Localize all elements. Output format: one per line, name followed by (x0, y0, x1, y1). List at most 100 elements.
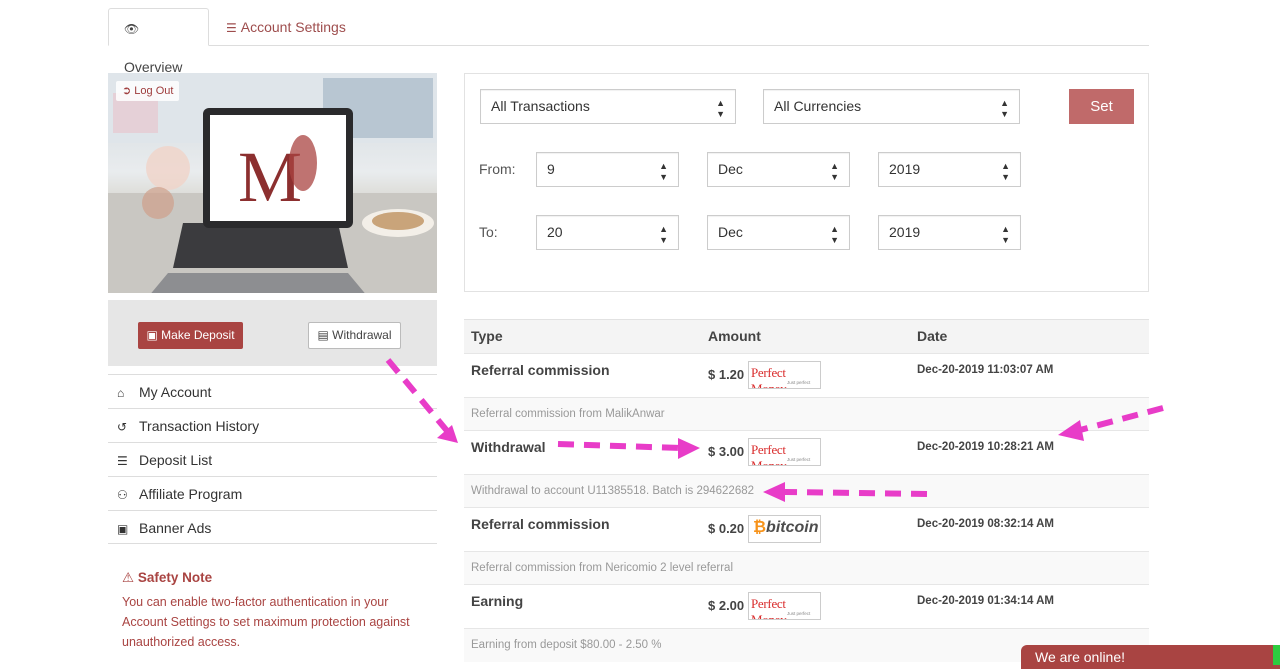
currency-select[interactable]: All Currencies ▲ ▼ (763, 89, 1020, 124)
transaction-amount: $ 1.20 (708, 367, 745, 382)
to-day-select[interactable]: 20 ▲ ▼ (536, 215, 679, 250)
safety-note-title: ⚠ Safety Note (122, 570, 422, 586)
withdrawal-button[interactable]: ▤ Withdrawal (308, 322, 401, 349)
transaction-date: Dec-20-2019 11:03:07 AM (917, 364, 1054, 376)
action-bar: ▣ Make Deposit ▤ Withdrawal (108, 300, 437, 366)
credit-card-icon: ▤ (317, 328, 329, 342)
select-arrows-icon: ▲ ▼ (830, 224, 839, 245)
from-label: From: (479, 161, 516, 177)
sidebar-item-deposit-list[interactable]: ☰ Deposit List (108, 442, 437, 476)
sidebar-item-label: Affiliate Program (139, 486, 243, 502)
perfect-money-logo-text: Perfect Money (751, 596, 787, 620)
sidebar-item-label: Deposit List (139, 452, 213, 468)
sidebar-item-label: Banner Ads (139, 520, 212, 536)
from-day-select[interactable]: 9 ▲ ▼ (536, 152, 679, 187)
transaction-filter: All Transactions ▲ ▼ All Currencies ▲ ▼ Se… (464, 73, 1149, 292)
to-day-value: 20 (547, 224, 563, 240)
table-row: Referral commission $ 1.20 Perfect Money… (464, 353, 1149, 397)
from-year-value: 2019 (889, 161, 921, 177)
select-arrows-icon: ▲ ▼ (716, 98, 725, 119)
transaction-description: Referral commission from MalikAnwar (464, 397, 1149, 431)
list-icon: ☰ (117, 454, 128, 468)
safety-note: ⚠ Safety Note You can enable two-factor … (122, 570, 422, 652)
from-year-select[interactable]: 2019 ▲ ▼ (878, 152, 1021, 187)
arrowhead-sidebar (437, 425, 458, 443)
select-arrows-icon: ▲ ▼ (1001, 161, 1010, 182)
set-button[interactable]: Set (1069, 89, 1134, 124)
bitcoin-logo: ₿bitcoin (748, 515, 821, 543)
home-icon: ⌂ (117, 386, 125, 400)
transaction-type: Referral commission (471, 516, 610, 532)
tab-overview[interactable]: 👁Overview (108, 8, 209, 75)
currency-value: All Currencies (774, 98, 862, 114)
perfect-money-logo-sub: Just perfect (787, 611, 811, 616)
transaction-type: Withdrawal (471, 439, 546, 455)
transaction-amount: $ 2.00 (708, 598, 745, 613)
logout-icon: ➲ (122, 85, 132, 97)
to-label: To: (479, 224, 498, 240)
perfect-money-logo: Perfect Money Just perfect (748, 592, 821, 620)
profile-image: M ➲ Log Out (108, 73, 437, 293)
to-month-select[interactable]: Dec ▲ ▼ (707, 215, 850, 250)
warning-icon: ⚠ (122, 570, 135, 585)
transaction-date: Dec-20-2019 01:34:14 AM (917, 595, 1055, 607)
table-row: Withdrawal $ 3.00 Perfect Money Just per… (464, 430, 1149, 474)
perfect-money-logo: Perfect Money Just perfect (748, 361, 821, 389)
perfect-money-logo-sub: Just perfect (787, 380, 811, 385)
transaction-date: Dec-20-2019 10:28:21 AM (917, 441, 1055, 453)
eye-icon: 👁 (124, 22, 140, 36)
safety-note-text: You can enable two-factor authentication… (122, 595, 410, 649)
logout-label: Log Out (134, 85, 174, 97)
bitcoin-logo-label: bitcoin (766, 519, 819, 536)
transaction-type: Referral commission (471, 362, 610, 378)
withdrawal-label: Withdrawal (332, 328, 392, 342)
transaction-description: Withdrawal to account U11385518. Batch i… (464, 474, 1149, 508)
logout-button[interactable]: ➲ Log Out (116, 81, 180, 101)
chat-label: We are online! (1035, 649, 1126, 665)
transaction-date: Dec-20-2019 08:32:14 AM (917, 518, 1055, 530)
from-month-select[interactable]: Dec ▲ ▼ (707, 152, 850, 187)
sidebar-item-banner-ads[interactable]: ▣ Banner Ads (108, 510, 437, 544)
tab-account-settings[interactable]: ☰ Account Settings (211, 8, 361, 46)
sidebar-item-label: Transaction History (139, 418, 260, 434)
transaction-type-select[interactable]: All Transactions ▲ ▼ (480, 89, 736, 124)
select-arrows-icon: ▲ ▼ (1001, 224, 1010, 245)
bitcoin-icon: ₿ (753, 519, 767, 536)
sidebar-item-transaction-history[interactable]: ↺ Transaction History (108, 408, 437, 442)
perfect-money-logo: Perfect Money Just perfect (748, 438, 821, 466)
money-icon: ▣ (146, 328, 158, 342)
tab-bar: 👁Overview ☰ Account Settings (108, 8, 1149, 75)
perfect-money-logo-text: Perfect Money (751, 365, 787, 389)
to-month-value: Dec (718, 224, 743, 240)
from-month-value: Dec (718, 161, 743, 177)
table-row: Referral commission $ 0.20 ₿bitcoin Dec-… (464, 507, 1149, 551)
users-icon: ⚇ (117, 488, 128, 502)
laptop-illustration: M (108, 73, 437, 293)
chat-status-indicator (1273, 645, 1280, 665)
select-arrows-icon: ▲ ▼ (1000, 98, 1009, 119)
image-icon: ▣ (117, 522, 129, 536)
column-header-amount: Amount (708, 328, 761, 344)
bitcoin-logo-text: ₿bitcoin (753, 519, 818, 537)
select-arrows-icon: ▲ ▼ (830, 161, 839, 182)
transaction-amount: $ 0.20 (708, 521, 745, 536)
column-header-date: Date (917, 328, 948, 344)
tab-account-settings-label: Account Settings (240, 19, 346, 35)
history-icon: ↺ (117, 420, 128, 434)
to-year-value: 2019 (889, 224, 921, 240)
column-header-type: Type (471, 328, 503, 344)
transaction-amount: $ 3.00 (708, 444, 745, 459)
sidebar-item-label: My Account (139, 384, 212, 400)
perfect-money-logo-sub: Just perfect (787, 457, 811, 462)
perfect-money-logo-text: Perfect Money (751, 442, 787, 466)
sidebar-item-affiliate-program[interactable]: ⚇ Affiliate Program (108, 476, 437, 510)
transaction-type-value: All Transactions (491, 98, 590, 114)
sidebar-menu: ⌂ My Account ↺ Transaction History ☰ Deposi… (108, 374, 437, 544)
transaction-type: Earning (471, 593, 524, 609)
sidebar-item-my-account[interactable]: ⌂ My Account (108, 374, 437, 408)
make-deposit-button[interactable]: ▣ Make Deposit (138, 322, 243, 349)
to-year-select[interactable]: 2019 ▲ ▼ (878, 215, 1021, 250)
table-row: Earning $ 2.00 Perfect Money Just perfec… (464, 584, 1149, 628)
safety-title-text: Safety Note (137, 570, 213, 585)
chat-widget[interactable]: We are online! (1021, 645, 1280, 669)
